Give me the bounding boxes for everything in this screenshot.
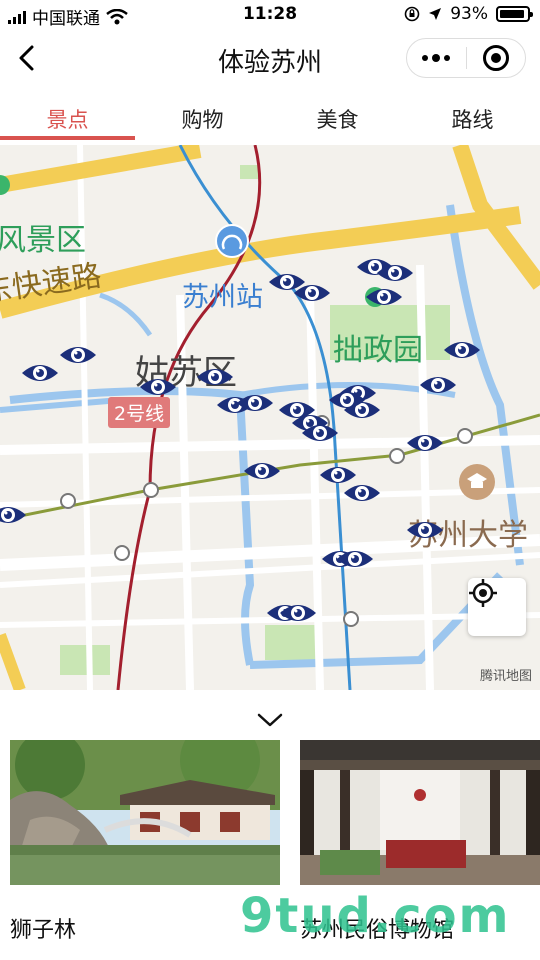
close-miniprogram-button[interactable] xyxy=(467,45,526,71)
locate-button[interactable] xyxy=(468,578,526,636)
miniprogram-capsule xyxy=(406,38,526,78)
attraction-photo xyxy=(300,740,540,885)
tab-routes[interactable]: 路线 xyxy=(405,90,540,142)
watermark: 9tud.com xyxy=(240,888,511,944)
map-label-station: 苏州站 xyxy=(182,282,263,313)
attraction-name: 狮子林 xyxy=(10,918,77,943)
map-label-zhuozheng: 拙政园 xyxy=(333,333,423,368)
tab-food[interactable]: 美食 xyxy=(270,90,405,142)
status-bar: 中国联通 11:28 93% xyxy=(0,0,540,30)
location-arrow-icon xyxy=(429,8,442,20)
more-button[interactable] xyxy=(407,54,466,62)
rotation-lock-icon xyxy=(404,6,420,22)
chevron-down-icon[interactable] xyxy=(255,710,285,730)
map-view[interactable]: 风景区 东快速路 苏州站 拙政园 姑苏区 2号线 苏州大学 腾讯地图 xyxy=(0,145,540,690)
battery-icon xyxy=(496,6,533,22)
battery-percent: 93% xyxy=(450,4,488,24)
map-label-line2: 2号线 xyxy=(108,397,171,428)
tab-scenic[interactable]: 景点 xyxy=(0,90,135,142)
nav-bar: 体验苏州 xyxy=(0,30,540,88)
crosshair-icon xyxy=(469,579,497,607)
tab-shopping[interactable]: 购物 xyxy=(135,90,270,142)
target-icon xyxy=(482,45,509,71)
map-provider-logo: 腾讯地图 xyxy=(479,669,532,684)
status-right: 93% xyxy=(404,4,533,24)
attraction-photo xyxy=(10,740,280,885)
category-tabs: 景点 购物 美食 路线 xyxy=(0,90,540,142)
map-label-scenic-area: 风景区 xyxy=(0,223,86,258)
